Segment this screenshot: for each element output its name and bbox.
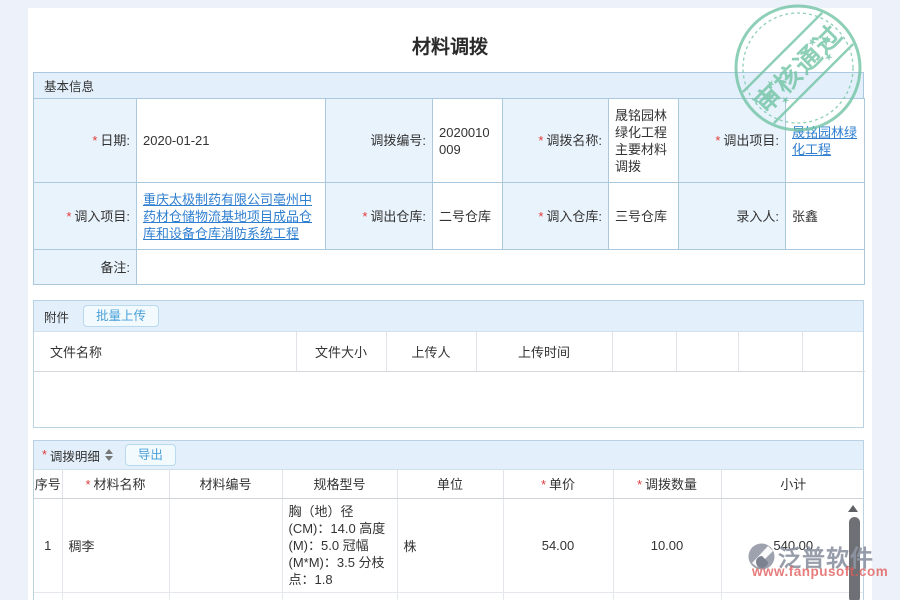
- page-title: 材料调拨: [28, 32, 872, 59]
- in-warehouse-value: 三号仓库: [609, 183, 679, 250]
- required-asterisk: *: [66, 209, 71, 224]
- col-file-size: 文件大小: [296, 332, 386, 371]
- transfer-details-panel: * 调拨明细 导出 序号 *材料名称 材料编号 规格型号 单位 *单价 *调拨数…: [33, 440, 864, 600]
- required-asterisk: *: [541, 477, 546, 492]
- col-spec: 规格型号: [282, 470, 397, 498]
- basic-info-panel: 基本信息 *日期: 2020-01-21 调拨编号: 2020010009 *调…: [33, 72, 864, 285]
- attachments-empty-body: [34, 372, 863, 428]
- attachments-panel: 附件 批量上传 文件名称 文件大小 上传人 上传时间: [33, 300, 864, 428]
- col-uploader: 上传人: [386, 332, 476, 371]
- required-asterisk: *: [42, 448, 47, 462]
- row-qty: 15.00: [613, 592, 721, 600]
- export-button[interactable]: 导出: [125, 444, 176, 466]
- row-seq: 2: [34, 592, 62, 600]
- row-unit: 株: [397, 498, 503, 592]
- col-upload-time: 上传时间: [476, 332, 612, 371]
- col-seq: 序号: [34, 470, 62, 498]
- col-material-name: *材料名称: [62, 470, 169, 498]
- col-qty: *调拨数量: [613, 470, 721, 498]
- transfer-details-table: 序号 *材料名称 材料编号 规格型号 单位 *单价 *调拨数量 小计 1 稠李 …: [34, 470, 864, 600]
- row-price: 54.00: [503, 498, 613, 592]
- transfer-no-value: 2020010009: [433, 99, 503, 183]
- in-warehouse-label-cell: *调入仓库:: [503, 183, 609, 250]
- col-unit: 单位: [397, 470, 503, 498]
- row-material-name[interactable]: 丛生五角枫: [62, 592, 169, 600]
- row-subtotal: 1,170.00: [721, 592, 864, 600]
- required-asterisk: *: [92, 133, 97, 148]
- table-row: 2 丛生五角枫 株 78.00 15.00 1,170.00: [34, 592, 864, 600]
- col-file-name: 文件名称: [34, 332, 296, 371]
- transfer-details-header: * 调拨明细 导出: [34, 441, 863, 470]
- row-price: 78.00: [503, 592, 613, 600]
- transfer-no-label-cell: 调拨编号:: [326, 99, 433, 183]
- out-project-cell: 晟铭园林绿化工程: [786, 99, 865, 183]
- attachments-title: 附件: [44, 307, 69, 326]
- row-spec: 胸（地）径(CM)：14.0 高度(M)：5.0 冠幅(M*M)：3.5 分枝点…: [282, 498, 397, 592]
- basic-info-title: 基本信息: [44, 76, 94, 95]
- row-material-code: [169, 592, 282, 600]
- col-empty: [612, 332, 676, 371]
- transfer-name-label-cell: *调拨名称:: [503, 99, 609, 183]
- sort-icon[interactable]: [105, 449, 113, 461]
- required-asterisk: *: [85, 477, 90, 492]
- sort-down-icon: [105, 456, 113, 461]
- transfer-name-value: 晟铭园林绿化工程主要材料调拨: [609, 99, 679, 183]
- scrollbar-up-icon[interactable]: [848, 505, 858, 512]
- row-seq: 1: [34, 498, 62, 592]
- sort-up-icon: [105, 449, 113, 454]
- col-price: *单价: [503, 470, 613, 498]
- attachments-table: 文件名称 文件大小 上传人 上传时间: [34, 332, 865, 372]
- required-asterisk: *: [538, 133, 543, 148]
- date-label-cell: *日期:: [34, 99, 137, 183]
- in-project-cell: 重庆太极制药有限公司亳州中药材仓储物流基地项目成品仓库和设备仓库消防系统工程: [137, 183, 326, 250]
- out-project-label-cell: *调出项目:: [679, 99, 786, 183]
- row-material-name: 稠李: [62, 498, 169, 592]
- required-asterisk: *: [637, 477, 642, 492]
- required-asterisk: *: [715, 133, 720, 148]
- in-project-link[interactable]: 重庆太极制药有限公司亳州中药材仓储物流基地项目成品仓库和设备仓库消防系统工程: [143, 192, 312, 241]
- out-warehouse-value: 二号仓库: [433, 183, 503, 250]
- content-card: 材料调拨 基本信息 *日期: 2020-01-21 调拨编号: 20200100…: [28, 8, 872, 600]
- batch-upload-button[interactable]: 批量上传: [83, 305, 159, 327]
- out-warehouse-label-cell: *调出仓库:: [326, 183, 433, 250]
- basic-info-table: *日期: 2020-01-21 调拨编号: 2020010009 *调拨名称: …: [33, 98, 865, 285]
- out-project-link[interactable]: 晟铭园林绿化工程: [792, 125, 857, 157]
- row-subtotal: 540.00: [721, 498, 864, 592]
- col-subtotal: 小计: [721, 470, 864, 498]
- basic-info-header: 基本信息: [33, 72, 864, 98]
- in-project-label-cell: *调入项目:: [34, 183, 137, 250]
- col-empty: [802, 332, 865, 371]
- row-material-code: [169, 498, 282, 592]
- col-empty: [738, 332, 802, 371]
- remark-value: [137, 250, 865, 285]
- scrollbar-thumb[interactable]: [849, 517, 860, 600]
- table-row: 1 稠李 胸（地）径(CM)：14.0 高度(M)：5.0 冠幅(M*M)：3.…: [34, 498, 864, 592]
- required-asterisk: *: [538, 209, 543, 224]
- recorder-value: 张鑫: [786, 183, 865, 250]
- remark-label-cell: 备注:: [34, 250, 137, 285]
- row-qty: 10.00: [613, 498, 721, 592]
- required-asterisk: *: [362, 209, 367, 224]
- transfer-details-title: 调拨明细: [50, 446, 100, 465]
- recorder-label-cell: 录入人:: [679, 183, 786, 250]
- col-empty: [676, 332, 738, 371]
- row-unit: 株: [397, 592, 503, 600]
- col-material-code: 材料编号: [169, 470, 282, 498]
- attachments-header: 附件 批量上传: [34, 301, 863, 332]
- row-spec: [282, 592, 397, 600]
- date-value: 2020-01-21: [137, 99, 326, 183]
